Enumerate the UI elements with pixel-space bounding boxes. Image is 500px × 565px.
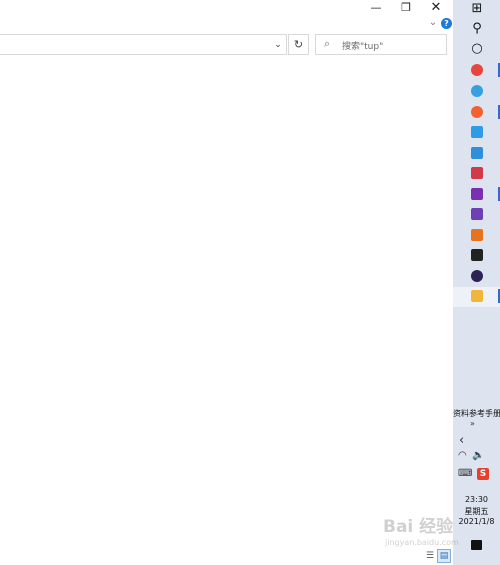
search-icon: ⌕	[324, 37, 331, 50]
show-hidden-icons-button[interactable]: ‹	[459, 433, 464, 448]
clock-time[interactable]: 23:30	[453, 495, 500, 504]
details-view-button[interactable]: ☰	[424, 551, 436, 562]
taskbar-item-chrome[interactable]	[453, 61, 500, 81]
cortana-icon: ○	[471, 41, 483, 56]
taskbar-item-snipping-tool[interactable]	[453, 164, 500, 184]
taskbar-item-ie[interactable]	[453, 82, 500, 102]
firefox-icon	[471, 106, 483, 118]
search-placeholder: 搜索"tup"	[342, 42, 384, 52]
taskbar: ⊞ ⚲ ○	[453, 0, 500, 565]
toolbar-label[interactable]: 资料参考手册	[453, 408, 500, 419]
taskbar-item-jetbrains[interactable]	[453, 246, 500, 266]
taskbar-item-media-player[interactable]	[453, 123, 500, 143]
close-button[interactable]: ✕	[421, 0, 451, 16]
taskbar-item-visual-studio[interactable]	[453, 205, 500, 225]
watermark-logo: Bai 经验 jingyan.baidu.com	[383, 512, 473, 552]
minimize-button[interactable]: —	[361, 0, 391, 16]
taskbar-item-file-explorer[interactable]	[453, 287, 500, 307]
visual-studio-icon	[471, 208, 483, 220]
search-input[interactable]: ⌕ 搜索"tup"	[315, 34, 447, 55]
address-dropdown-icon[interactable]: ⌄	[272, 38, 284, 52]
media-player-icon	[471, 126, 483, 138]
taskbar-item-search[interactable]: ⚲	[453, 20, 500, 40]
ie-icon	[471, 85, 483, 97]
screen: — ❐ ✕ ⌄ ? ⌄ ↻ ⌕ 搜索"tup" ☰ ▤ ⊞ ⚲ ○ 资料参考手册 »…	[0, 0, 500, 565]
taskbar-item-eclipse[interactable]	[453, 267, 500, 287]
file-list-area[interactable]	[0, 56, 453, 546]
taskbar-item-firefox[interactable]	[453, 103, 500, 123]
taskbar-item-orange-app[interactable]	[453, 226, 500, 246]
eclipse-icon	[471, 270, 483, 282]
taskbar-item-cortana[interactable]: ○	[453, 40, 500, 60]
windows-start-icon: ⊞	[471, 1, 483, 16]
refresh-button[interactable]: ↻	[288, 34, 309, 55]
file-explorer-window: — ❐ ✕ ⌄ ? ⌄ ↻ ⌕ 搜索"tup" ☰ ▤	[0, 0, 453, 565]
watermark-sub: jingyan.baidu.com	[385, 538, 459, 547]
sogou-input-icon[interactable]: S	[477, 468, 489, 480]
vpn-icon	[471, 147, 483, 159]
address-bar[interactable]	[0, 34, 287, 55]
taskbar-item-vpn[interactable]	[453, 144, 500, 164]
onenote-icon	[471, 188, 483, 200]
help-icon[interactable]: ?	[441, 18, 452, 29]
file-explorer-icon	[471, 290, 483, 302]
restore-button[interactable]: ❐	[391, 0, 421, 16]
toolbar-chevron-icon[interactable]: »	[470, 419, 475, 428]
ime-icon[interactable]: ⌨	[458, 468, 472, 479]
snipping-tool-icon	[471, 167, 483, 179]
chrome-icon	[471, 64, 483, 76]
jetbrains-icon	[471, 249, 483, 261]
search-icon: ⚲	[472, 21, 482, 36]
volume-icon[interactable]: 🔈	[472, 450, 484, 461]
watermark-main: Bai 经验	[383, 517, 454, 537]
title-bar: — ❐ ✕	[0, 0, 453, 30]
taskbar-item-windows-start[interactable]: ⊞	[453, 0, 500, 20]
network-icon[interactable]: ◠	[458, 450, 467, 461]
taskbar-item-onenote[interactable]	[453, 185, 500, 205]
expand-ribbon-icon[interactable]: ⌄	[427, 17, 439, 29]
orange-app-icon	[471, 229, 483, 241]
